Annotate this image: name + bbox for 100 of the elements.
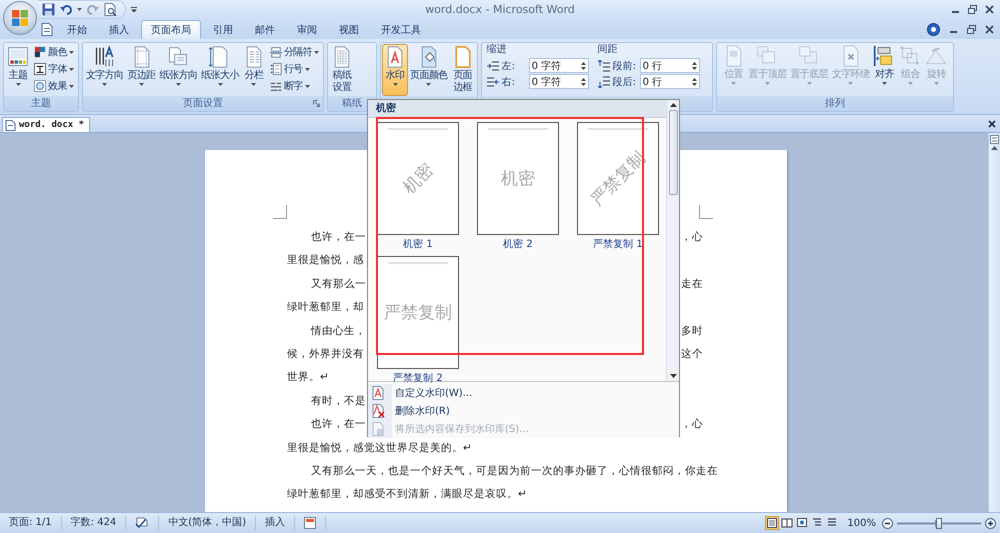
ribbon-button[interactable]: 文字方向	[84, 44, 126, 96]
caret-icon	[139, 83, 144, 86]
view-mode-icon	[766, 517, 778, 529]
group-heading: 缩进	[486, 43, 508, 57]
ribbon-button[interactable]: 纸张大小	[199, 44, 241, 96]
zoom-out-icon[interactable]	[882, 518, 893, 528]
ribbon-small-button[interactable]: 颜色	[32, 44, 76, 60]
text-line: 候，外界并没有	[287, 346, 364, 362]
status-text[interactable]: 页面: 1/1	[9, 516, 52, 530]
restore-icon[interactable]	[968, 5, 977, 14]
ribbon-button[interactable]: 对齐	[871, 43, 898, 95]
ribbon-tab[interactable]: 开始	[57, 20, 97, 39]
gallery-scrollbar[interactable]	[666, 100, 679, 381]
office-button[interactable]	[3, 1, 37, 35]
view-button[interactable]	[765, 516, 780, 530]
view-button[interactable]	[795, 516, 810, 530]
color-swatch-icon	[34, 46, 46, 58]
group-label: 稿纸	[341, 98, 364, 109]
text-line: 里很是愉悦，感觉这世界尽是美的。↵	[287, 440, 472, 456]
spin-field[interactable]: 0 字符	[528, 74, 589, 89]
field-label: 段前:	[612, 60, 637, 72]
proofing-check-icon[interactable]	[135, 517, 150, 529]
document-tab[interactable]: word. docx *	[2, 117, 90, 132]
ribbon-small-button[interactable]: 断字	[268, 78, 322, 94]
ribbon-button[interactable]: 页面边框	[450, 44, 476, 96]
ribbon-tab[interactable]: 审阅	[287, 20, 327, 39]
ribbon-button[interactable]: 分栏	[240, 44, 267, 96]
ribbon-button[interactable]: 页边距	[125, 44, 158, 96]
group-label: 排列	[824, 98, 846, 109]
ribbon-tab[interactable]: 插入	[99, 20, 139, 39]
ribbon-small-button[interactable]: 分隔符	[268, 44, 322, 60]
effects-icon	[34, 80, 46, 92]
view-button[interactable]	[780, 516, 794, 530]
customize-caret-icon[interactable]	[131, 6, 137, 12]
caret-icon	[68, 84, 74, 88]
caret-icon	[304, 68, 310, 70]
scroll-up-icon[interactable]	[991, 146, 998, 150]
close-icon[interactable]	[988, 120, 996, 128]
group-label: 主题	[30, 98, 52, 109]
caret-icon	[16, 83, 20, 86]
ribbon-button[interactable]: 主题	[5, 44, 31, 96]
scroll-up-icon[interactable]	[670, 103, 676, 107]
status-text[interactable]: 中文(简体，中国)	[168, 516, 246, 530]
group-label: 页面设置	[182, 98, 224, 109]
ribbon-small-button[interactable]: 行号	[268, 61, 322, 77]
delete-watermark-icon	[371, 404, 385, 418]
scrollbar-thumb[interactable]	[668, 110, 678, 195]
zoom-in-icon[interactable]	[985, 518, 996, 528]
spin-field[interactable]: 0 行	[640, 58, 700, 73]
watermark-label: 严禁复制 2	[393, 372, 443, 386]
close-icon[interactable]	[985, 5, 994, 14]
page-break-icon	[270, 46, 282, 58]
ribbon-button[interactable]: 水印	[382, 44, 408, 96]
caret-icon	[314, 50, 320, 54]
font-box-icon	[34, 63, 46, 75]
undo-icon[interactable]	[60, 4, 72, 16]
document-icon[interactable]	[40, 22, 53, 36]
scroll-down-icon[interactable]	[670, 374, 676, 378]
caret-icon	[102, 83, 108, 86]
ribbon-button[interactable]: 纸张方向	[158, 44, 200, 96]
zoom-slider-thumb[interactable]	[936, 518, 942, 528]
macro-record-icon[interactable]	[304, 517, 316, 529]
caret-icon	[806, 82, 812, 85]
restore-icon[interactable]	[967, 24, 976, 34]
ribbon-small-button[interactable]: 字体	[32, 61, 76, 77]
text-line: 多时	[681, 324, 703, 339]
ruler-toggle-icon[interactable]	[990, 135, 999, 144]
status-text[interactable]: 插入	[265, 516, 286, 530]
caret-icon	[882, 82, 887, 85]
ribbon-small-button[interactable]: 效果	[32, 78, 76, 94]
watermark-label: 机密 1	[403, 238, 433, 252]
field-label: 右:	[502, 76, 516, 88]
window-title: word.docx - Microsoft Word	[425, 3, 575, 16]
ribbon-tab[interactable]: 邮件	[245, 20, 285, 39]
close-icon[interactable]	[985, 24, 994, 34]
help-icon[interactable]	[927, 22, 940, 36]
caret-icon	[934, 82, 939, 85]
save-icon[interactable]	[42, 3, 55, 16]
hyphenation-icon	[270, 80, 282, 92]
spin-field[interactable]: 0 行	[640, 74, 700, 89]
preview-text: 严禁复制	[586, 146, 650, 211]
ribbon-tab[interactable]: 视图	[329, 20, 369, 39]
ribbon-tab[interactable]: 开发工具	[371, 20, 431, 39]
field-label: 段后:	[612, 76, 637, 88]
document-icon	[5, 120, 16, 130]
text-line: ，心	[681, 417, 703, 432]
dialog-launcher-icon[interactable]	[313, 100, 320, 107]
caret-icon	[176, 83, 181, 86]
ribbon-button[interactable]: 稿纸设置	[329, 44, 356, 96]
ribbon-tab[interactable]: 页面布局	[141, 20, 201, 39]
spin-field[interactable]: 0 字符	[528, 58, 589, 73]
ribbon-button[interactable]: 页面颜色	[408, 44, 450, 96]
zoom-level[interactable]: 100%	[847, 518, 876, 528]
vertical-scrollbar[interactable]	[988, 133, 1000, 512]
status-text[interactable]: 字数: 424	[70, 516, 116, 530]
print-preview-icon[interactable]	[104, 3, 117, 16]
save-selection-icon	[371, 422, 385, 436]
watermark-label: 机密 2	[503, 238, 533, 252]
ribbon-tab[interactable]: 引用	[203, 20, 243, 39]
text-line: 有时，不是	[310, 394, 366, 409]
